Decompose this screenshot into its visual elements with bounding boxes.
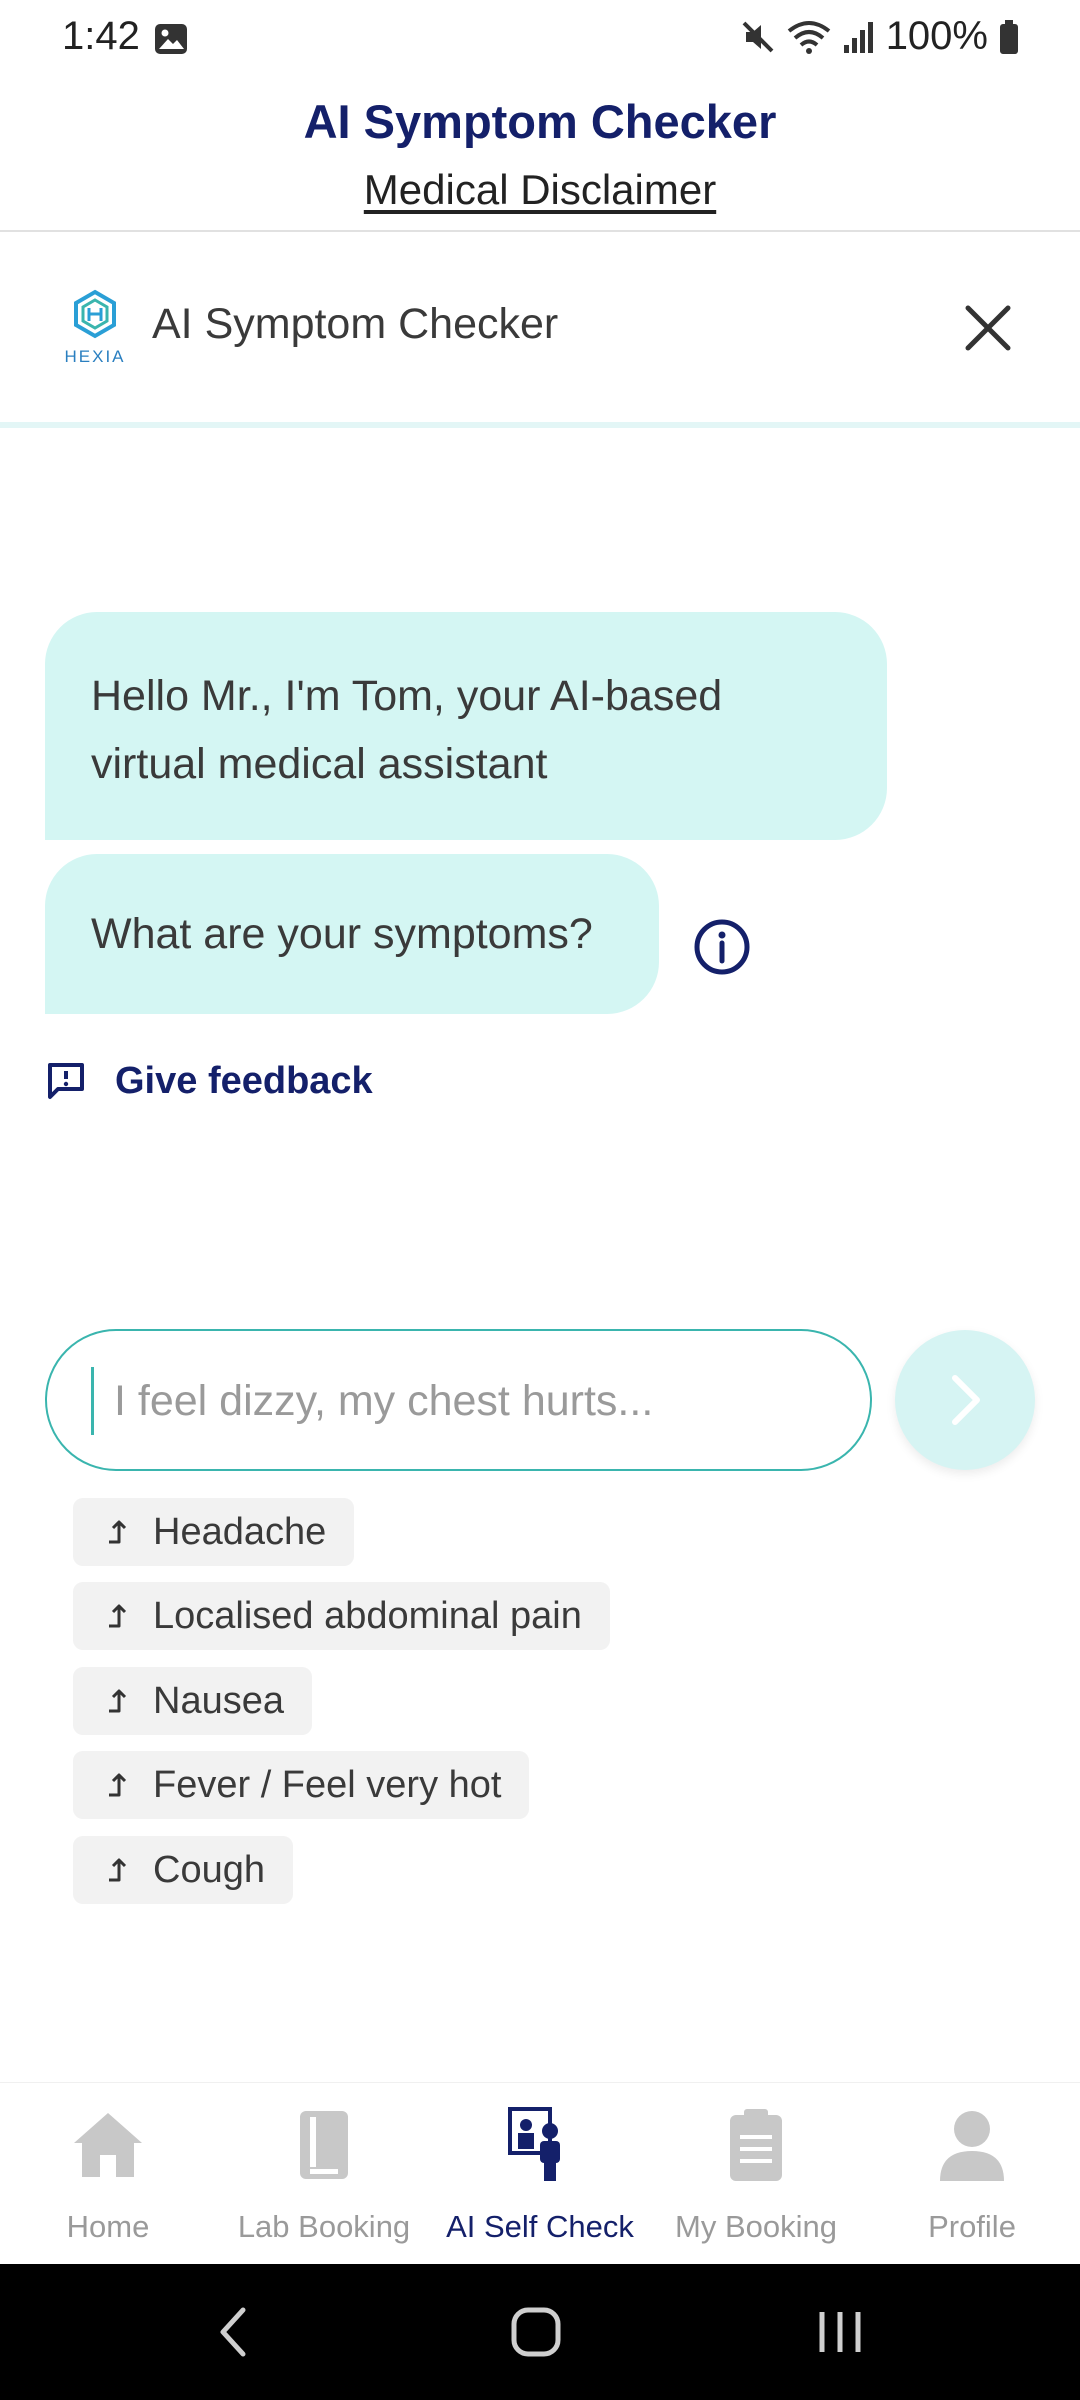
chat-header: HEXIA AI Symptom Checker — [0, 232, 1080, 428]
mute-icon — [742, 21, 774, 52]
suggestion-label[interactable]: Headache — [153, 1511, 326, 1554]
send-button[interactable] — [895, 1330, 1035, 1470]
suggestion-label[interactable]: Cough — [153, 1849, 265, 1892]
medical-disclaimer-label[interactable]: Medical Disclaimer — [364, 166, 716, 213]
hexia-logo: HEXIA — [64, 289, 125, 366]
info-icon[interactable] — [692, 917, 752, 977]
suggestion-chip[interactable]: Cough — [73, 1836, 293, 1904]
arrow-up-right-icon — [109, 1604, 127, 1628]
symptom-input-container — [45, 1329, 872, 1471]
recent-apps-icon[interactable] — [810, 2302, 870, 2362]
suggestion-chip[interactable]: Nausea — [73, 1667, 312, 1735]
medical-disclaimer-link[interactable]: Medical Disclaimer — [0, 166, 1080, 214]
suggestion-label[interactable]: Nausea — [153, 1680, 284, 1723]
assistant-message: Hello Mr., I'm Tom, your AI-based virtua… — [45, 612, 887, 840]
profile-icon — [940, 2111, 1004, 2181]
ai-self-check-icon — [508, 2107, 560, 2181]
suggestion-label[interactable]: Localised abdominal pain — [153, 1595, 582, 1638]
wifi-icon — [787, 20, 830, 54]
nav-item-ai-self-check[interactable]: AI Self Check — [432, 2083, 648, 2265]
home-icon — [74, 2113, 142, 2177]
chat-title: AI Symptom Checker — [152, 300, 559, 348]
suggestion-label[interactable]: Fever / Feel very hot — [153, 1764, 501, 1807]
nav-label-my-booking[interactable]: My Booking — [648, 2209, 864, 2245]
give-feedback-label[interactable]: Give feedback — [115, 1060, 373, 1103]
clipboard-icon — [730, 2109, 782, 2181]
nav-label-home[interactable]: Home — [0, 2209, 216, 2245]
arrow-up-right-icon — [109, 1520, 127, 1544]
suggestion-chip[interactable]: Headache — [73, 1498, 355, 1566]
battery-percent: 100% — [885, 14, 988, 58]
battery-icon — [1000, 19, 1018, 54]
nav-label-ai-self-check[interactable]: AI Self Check — [432, 2209, 648, 2245]
nav-item-my-booking[interactable]: My Booking — [648, 2083, 864, 2265]
system-nav-bar — [0, 2264, 1080, 2400]
bottom-nav: Home Lab Booking AI Self Check My Bookin… — [0, 2082, 1080, 2264]
gallery-notification-icon — [155, 24, 187, 54]
nav-item-profile[interactable]: Profile — [864, 2083, 1080, 2265]
feedback-icon — [48, 1063, 84, 1099]
symptom-input[interactable] — [91, 1367, 831, 1435]
svg-text:HEXIA: HEXIA — [64, 347, 125, 366]
nav-item-lab-booking[interactable]: Lab Booking — [216, 2083, 432, 2265]
arrow-up-right-icon — [109, 1689, 127, 1713]
nav-label-lab-booking[interactable]: Lab Booking — [216, 2209, 432, 2245]
nav-item-home[interactable]: Home — [0, 2083, 216, 2265]
arrow-up-right-icon — [109, 1773, 127, 1797]
chevron-right-icon — [952, 1375, 980, 1425]
suggestion-chip[interactable]: Fever / Feel very hot — [73, 1751, 530, 1819]
page-header: AI Symptom Checker Medical Disclaimer — [0, 78, 1080, 232]
nav-label-profile[interactable]: Profile — [864, 2209, 1080, 2245]
suggestion-chip[interactable]: Localised abdominal pain — [73, 1582, 610, 1650]
status-time: 1:42 — [62, 14, 140, 58]
page-title: AI Symptom Checker — [303, 95, 777, 148]
close-icon[interactable] — [956, 296, 1020, 360]
give-feedback-button[interactable]: Give feedback — [45, 1056, 373, 1106]
back-icon[interactable] — [205, 2302, 265, 2362]
home-button-icon[interactable] — [506, 2302, 566, 2362]
status-icons: 100% — [740, 14, 1020, 59]
status-bar: 1:42 100% — [0, 0, 1080, 78]
lab-booking-icon — [300, 2111, 348, 2179]
assistant-message: What are your symptoms? — [45, 854, 659, 1014]
arrow-up-right-icon — [109, 1858, 127, 1882]
signal-icon — [843, 21, 873, 53]
